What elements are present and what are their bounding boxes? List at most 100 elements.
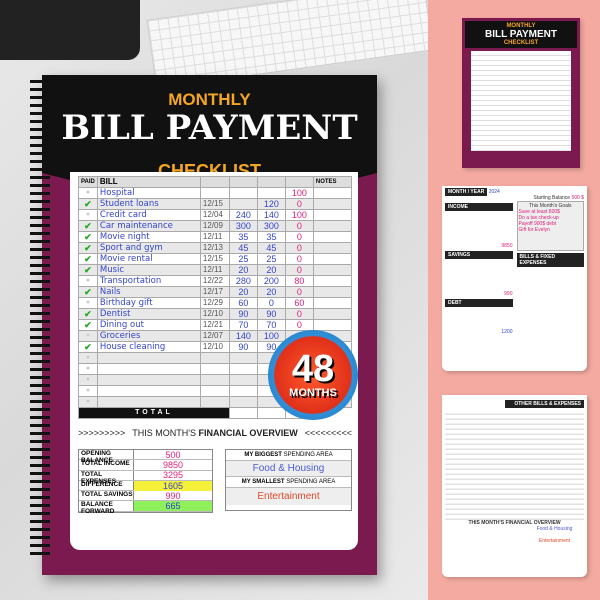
overview-row: TOTAL SAVINGS 990: [79, 490, 212, 502]
unchecked-circle-icon[interactable]: ●: [78, 187, 98, 199]
due-date: 12/22: [199, 275, 230, 287]
bill-name: Car maintenance: [96, 220, 201, 232]
notes-cell[interactable]: [312, 220, 353, 232]
table-row: ✔ Sport and gym 12/13 45 45 0: [78, 242, 353, 254]
amount: 140: [228, 330, 258, 342]
notes-cell[interactable]: [312, 308, 353, 320]
bill-name: Transportation: [96, 275, 201, 287]
notes-cell[interactable]: [312, 275, 353, 287]
thumb-title-bottom: CHECKLIST: [503, 40, 539, 46]
checkmark-icon[interactable]: ✔: [78, 231, 98, 243]
paid-amount: 200: [256, 275, 286, 287]
biggest-label-suffix: SPENDING AREA: [281, 452, 333, 458]
thumbnail-other-bills[interactable]: OTHER BILLS & EXPENSES THIS MONTH'S FINA…: [442, 395, 587, 577]
notes-cell[interactable]: [312, 297, 353, 309]
thumbnail-cover[interactable]: MONTHLY BILL PAYMENT CHECKLIST: [462, 18, 580, 168]
year-value: 2024: [488, 189, 500, 195]
total-label: TOTAL: [78, 407, 230, 419]
notes-cell[interactable]: [312, 319, 353, 331]
table-row: ● Birthday gift 12/29 60 0 60: [78, 297, 353, 309]
thumb-smallest: Entertainment: [538, 538, 571, 544]
notes-cell[interactable]: [312, 264, 353, 276]
bill-name: Movie rental: [96, 253, 201, 265]
spiral-binding: [30, 80, 50, 560]
thumb-biggest: Food & Housing: [536, 526, 573, 532]
left-to-pay: 100: [284, 187, 314, 199]
overview-label: BALANCE FORWARD: [79, 501, 134, 515]
unchecked-circle-icon[interactable]: ●: [78, 352, 98, 364]
badge-unit: MONTHS: [289, 387, 337, 399]
other-bills-header: OTHER BILLS & EXPENSES: [505, 400, 584, 408]
checkmark-icon[interactable]: ✔: [78, 286, 98, 298]
due-date: 12/10: [199, 308, 230, 320]
due-date: 12/15: [199, 198, 230, 210]
notes-cell[interactable]: [312, 187, 353, 199]
left-to-pay: 0: [284, 242, 314, 254]
left-to-pay: 0: [284, 198, 314, 210]
due-date: 12/15: [199, 253, 230, 265]
overview-value: 500: [165, 449, 181, 460]
table-row: ✔ Music 12/11 20 20 0: [78, 264, 353, 276]
goal-item: Gift for Evelyn: [518, 227, 550, 233]
paid-amount: 70: [256, 319, 286, 331]
amount: 20: [228, 286, 258, 298]
bill-name: Dining out: [96, 319, 201, 331]
left-to-pay: 0: [284, 220, 314, 232]
checkmark-icon[interactable]: ✔: [78, 220, 98, 232]
paid-amount: 140: [256, 209, 286, 221]
unchecked-circle-icon[interactable]: ●: [78, 297, 98, 309]
unchecked-circle-icon[interactable]: ●: [78, 330, 98, 342]
debt-header: DEBT: [445, 299, 513, 307]
paid-amount: 300: [256, 220, 286, 232]
due-date: 12/07: [199, 330, 230, 342]
due-date: 12/17: [199, 286, 230, 298]
table-row: ✔ Dining out 12/21 70 70 0: [78, 319, 353, 331]
checkmark-icon[interactable]: ✔: [78, 308, 98, 320]
notes-cell[interactable]: [312, 198, 353, 210]
unchecked-circle-icon[interactable]: ●: [78, 363, 98, 375]
table-row: ✔ Dentist 12/10 90 90 0: [78, 308, 353, 320]
checkmark-icon[interactable]: ✔: [78, 264, 98, 276]
table-row: ✔ Movie rental 12/15 25 25 0: [78, 253, 353, 265]
checkmark-icon[interactable]: ✔: [78, 253, 98, 265]
unchecked-circle-icon[interactable]: ●: [78, 275, 98, 287]
due-date: 12/13: [199, 242, 230, 254]
checkmark-icon[interactable]: ✔: [78, 341, 98, 353]
notes-cell[interactable]: [312, 242, 353, 254]
overview-heading: >>>>>>>>> THIS MONTH'S FINANCIAL OVERVIE…: [78, 428, 352, 438]
unchecked-circle-icon[interactable]: ●: [78, 209, 98, 221]
notes-cell[interactable]: [312, 231, 353, 243]
arrows-left: >>>>>>>>>: [78, 428, 126, 438]
checkmark-icon[interactable]: ✔: [78, 319, 98, 331]
overview-value: 1605: [134, 480, 212, 491]
paid-amount: [256, 187, 286, 199]
paid-amount: 35: [256, 231, 286, 243]
unchecked-circle-icon[interactable]: ●: [78, 374, 98, 386]
unchecked-circle-icon[interactable]: ●: [78, 385, 98, 397]
notes-cell[interactable]: [312, 209, 353, 221]
unchecked-circle-icon[interactable]: ●: [78, 396, 98, 408]
savings-total: 990: [504, 291, 513, 297]
amount: 45: [228, 242, 258, 254]
amount: 60: [228, 297, 258, 309]
due-date: 12/11: [199, 264, 230, 276]
header-notes: NOTES: [312, 176, 353, 188]
table-row: ● Credit card 12/04 240 140 100: [78, 209, 353, 221]
biggest-label: MY BIGGEST: [244, 452, 282, 458]
notes-cell[interactable]: [312, 286, 353, 298]
overview-row: OPENING BALANCE 500: [79, 449, 212, 464]
overview-value: 990: [165, 490, 181, 501]
due-date: [199, 187, 230, 199]
paid-amount: 45: [256, 242, 286, 254]
left-to-pay: 0: [284, 286, 314, 298]
thumbnail-monthly-page[interactable]: MONTH / YEAR 2024 Starting Balance 500 $…: [442, 186, 587, 371]
due-date: 12/09: [199, 220, 230, 232]
amount: 300: [228, 220, 258, 232]
overview-label: OPENING BALANCE: [79, 450, 134, 464]
notes-cell[interactable]: [312, 253, 353, 265]
checkmark-icon[interactable]: ✔: [78, 198, 98, 210]
checkmark-icon[interactable]: ✔: [78, 242, 98, 254]
spending-areas: MY BIGGEST SPENDING AREA Food & Housing …: [225, 449, 352, 511]
bill-name: House cleaning: [96, 341, 201, 353]
debt-total: 1200: [501, 329, 513, 335]
